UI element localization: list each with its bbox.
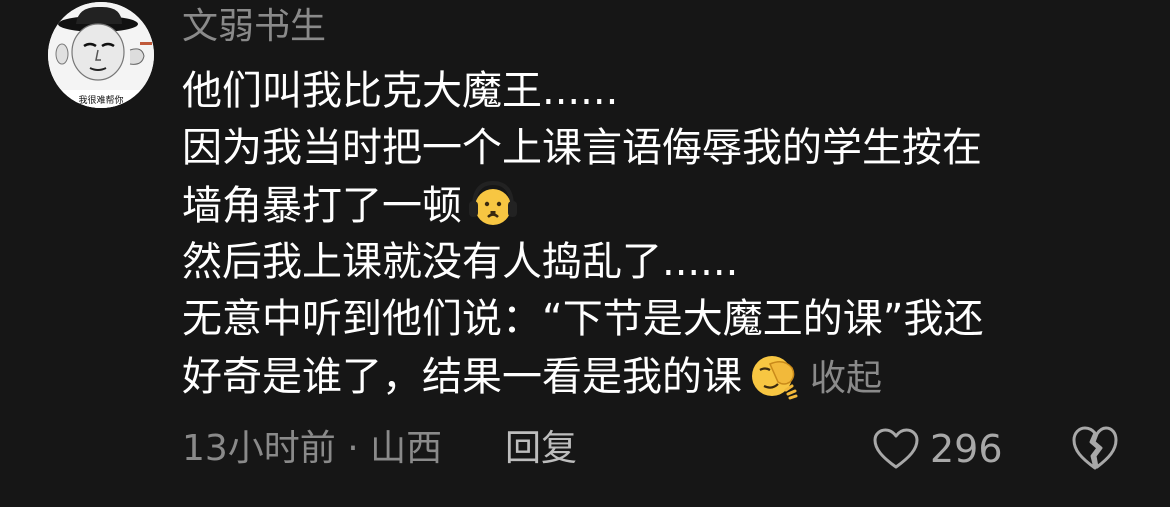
location: 山西 xyxy=(370,428,443,469)
collapse-button[interactable]: 收起 xyxy=(810,358,882,399)
comment-line: 好奇是谁了，结果一看是我的课 收起 xyxy=(182,348,1122,405)
like-count: 296 xyxy=(930,427,1003,471)
comment-line: 因为我当时把一个上课言语侮辱我的学生按在 xyxy=(182,120,1122,177)
avatar-meme-face-image: 我很难帮你 xyxy=(48,2,154,108)
comment-line: 他们叫我比克大魔王...... xyxy=(182,63,1122,120)
comment-text: 因为我当时把一个上课言语侮辱我的学生按在 xyxy=(182,125,982,171)
avatar[interactable]: 我很难帮你 xyxy=(48,2,154,108)
comment-line: 无意中听到他们说：“下节是大魔王的课”我还 xyxy=(182,291,1122,348)
username[interactable]: 文弱书生 xyxy=(182,4,326,50)
comment-text: 然后我上课就没有人捣乱了...... xyxy=(182,239,739,285)
comment-item: 我很难帮你 文弱书生 他们叫我比克大魔王...... 因为我当时把一个上课言语侮… xyxy=(0,0,1170,507)
comment-text: 无意中听到他们说：“下节是大魔王的课”我还 xyxy=(182,296,984,342)
heart-outline-icon xyxy=(873,428,919,469)
like-button[interactable]: 296 xyxy=(872,422,1003,476)
headphones-sad-face-emoji-icon xyxy=(469,180,517,225)
meta-separator: · xyxy=(335,428,371,469)
comment-meta: 13小时前 · 山西 xyxy=(182,424,442,474)
comment-text: 墙角暴打了一顿 xyxy=(182,183,462,229)
reply-button[interactable]: 回复 xyxy=(505,424,577,474)
comment-line: 然后我上课就没有人捣乱了...... xyxy=(182,234,1122,291)
facepalm-emoji-icon xyxy=(752,356,798,400)
comment-body: 他们叫我比克大魔王...... 因为我当时把一个上课言语侮辱我的学生按在 墙角暴… xyxy=(182,63,1122,405)
timestamp: 13小时前 xyxy=(182,428,336,469)
comment-text: 他们叫我比克大魔王...... xyxy=(182,68,619,114)
broken-heart-icon[interactable] xyxy=(1070,422,1120,474)
comment-line: 墙角暴打了一顿 xyxy=(182,177,1122,234)
comment-text: 好奇是谁了，结果一看是我的课 xyxy=(182,354,742,400)
avatar-caption: 我很难帮你 xyxy=(78,94,123,106)
